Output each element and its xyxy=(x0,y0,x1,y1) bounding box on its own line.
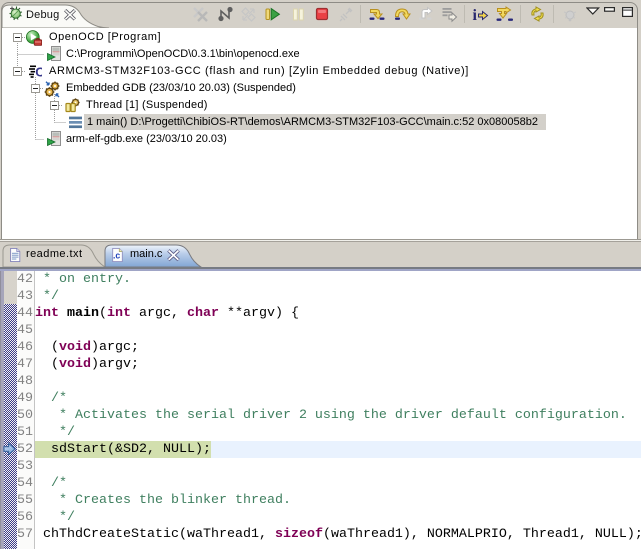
svg-text:.c: .c xyxy=(113,251,120,261)
svg-text:i: i xyxy=(473,7,478,24)
svg-text:C: C xyxy=(35,65,42,80)
